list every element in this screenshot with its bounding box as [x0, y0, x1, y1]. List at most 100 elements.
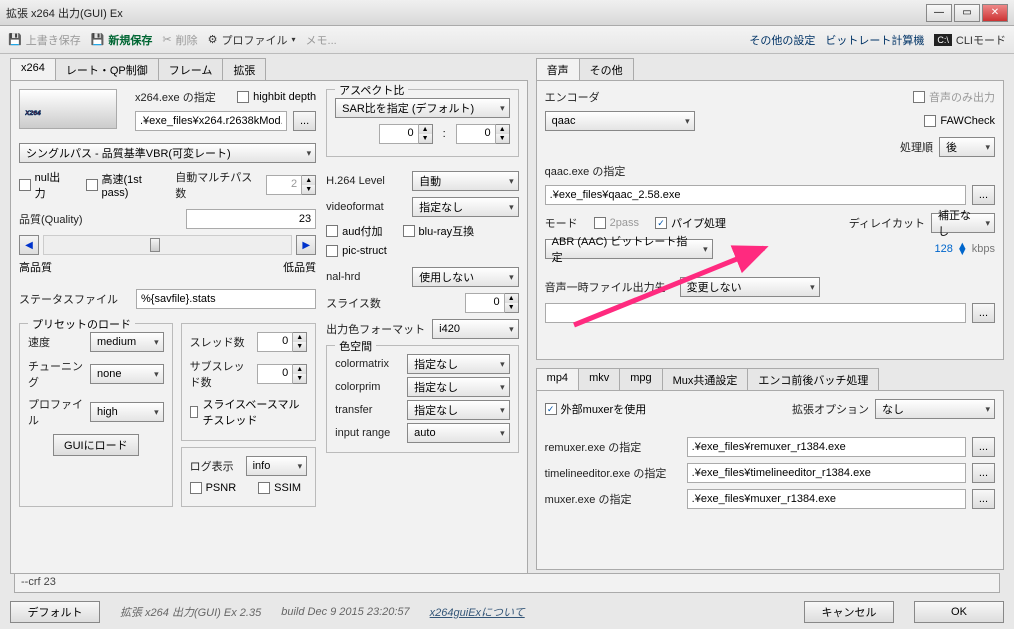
tr-label: transfer [335, 404, 401, 416]
order-combo[interactable]: 後 [939, 137, 995, 157]
remux-path[interactable] [687, 437, 966, 457]
profile-label: プロファイル [28, 396, 84, 428]
cm-combo[interactable]: 指定なし [407, 354, 509, 374]
abr-combo[interactable]: ABR (AAC) ビットレート指定 [545, 239, 713, 259]
svg-text:X264: X264 [25, 110, 41, 117]
tab-mpg[interactable]: mpg [619, 368, 662, 390]
default-button[interactable]: デフォルト [10, 601, 100, 623]
slices-spin[interactable]: 0▲▼ [465, 293, 519, 313]
bitrate-spin-icon[interactable]: ▲▼ [957, 243, 968, 255]
nul-checkbox[interactable]: nul出力 [19, 169, 70, 201]
extopt-combo[interactable]: なし [875, 399, 995, 419]
tmp-combo[interactable]: 変更しない [680, 277, 820, 297]
bluray-checkbox[interactable]: blu-ray互換 [403, 223, 475, 239]
fast1st-checkbox[interactable]: 高速(1st pass) [86, 171, 169, 199]
psnr-checkbox[interactable]: PSNR [190, 482, 237, 494]
aspect-group: アスペクト比 [335, 82, 408, 98]
tmp-browse[interactable]: ... [972, 303, 995, 323]
aud-checkbox[interactable]: aud付加 [326, 223, 382, 239]
cm-label: colormatrix [335, 358, 401, 370]
rate-mode-combo[interactable]: シングルパス - 品質基準VBR(可変レート) [19, 143, 316, 163]
tr-combo[interactable]: 指定なし [407, 400, 509, 420]
pipe-checkbox[interactable]: ✓パイプ処理 [655, 215, 726, 231]
delete-button[interactable]: ✂削除 [162, 32, 197, 48]
automulti-spin[interactable]: 2▲▼ [266, 175, 316, 195]
log-combo[interactable]: info [246, 456, 308, 476]
ok-button[interactable]: OK [914, 601, 1004, 623]
remux-browse[interactable]: ... [972, 437, 995, 457]
sar-a-spin[interactable]: 0▲▼ [379, 124, 433, 144]
ir-combo[interactable]: auto [407, 423, 509, 443]
speed-combo[interactable]: medium [90, 332, 164, 352]
cli-mode-button[interactable]: C:\CLIモード [934, 32, 1006, 48]
profile-combo[interactable]: high [90, 402, 164, 422]
tune-label: チューニング [28, 358, 84, 390]
x264-exe-browse[interactable]: ... [293, 111, 316, 131]
tab-ext[interactable]: 拡張 [222, 58, 266, 80]
tl-browse[interactable]: ... [972, 463, 995, 483]
mux-path[interactable] [687, 489, 966, 509]
other-settings-link[interactable]: その他の設定 [749, 32, 815, 48]
gui-load-button[interactable]: GUIにロード [53, 434, 139, 456]
quality-slider[interactable] [43, 235, 292, 255]
slices-label: スライス数 [326, 295, 406, 311]
bitrate-value[interactable]: 128 [935, 243, 953, 255]
about-link[interactable]: x264guiExについて [430, 604, 525, 620]
memo-input[interactable]: メモ... [306, 32, 337, 48]
tl-path[interactable] [687, 463, 966, 483]
tab-rate[interactable]: レート・QP制御 [55, 58, 159, 80]
tab-mux-common[interactable]: Mux共通設定 [662, 368, 749, 390]
quality-input[interactable] [186, 209, 316, 229]
tune-combo[interactable]: none [90, 364, 164, 384]
stats-input[interactable] [136, 289, 316, 309]
maximize-button[interactable]: ▭ [954, 4, 980, 22]
window-title: 拡張 x264 出力(GUI) Ex [6, 5, 926, 21]
sar-b-spin[interactable]: 0▲▼ [456, 124, 510, 144]
highbit-checkbox[interactable]: highbit depth [237, 91, 316, 103]
vfmt-combo[interactable]: 指定なし [412, 197, 518, 217]
tab-mkv[interactable]: mkv [578, 368, 620, 390]
bitrate-unit: kbps [972, 243, 995, 255]
outcsp-combo[interactable]: i420 [432, 319, 518, 339]
audio-exe-browse[interactable]: ... [972, 185, 995, 205]
audio-exe-path[interactable] [545, 185, 966, 205]
tab-frame[interactable]: フレーム [158, 58, 224, 80]
only-audio-checkbox[interactable]: 音声のみ出力 [913, 89, 995, 105]
lq-label: 低品質 [283, 259, 316, 275]
slicemt-checkbox[interactable]: スライスベースマルチスレッド [190, 396, 308, 428]
tab-audio[interactable]: 音声 [536, 58, 580, 80]
picstruct-checkbox[interactable]: pic-struct [326, 245, 387, 257]
tab-mp4[interactable]: mp4 [536, 368, 579, 390]
enc-combo[interactable]: qaac [545, 111, 695, 131]
remux-label: remuxer.exe の指定 [545, 439, 681, 455]
fawcheck-checkbox[interactable]: FAWCheck [924, 115, 995, 127]
threads-spin[interactable]: 0▲▼ [257, 332, 307, 352]
subthreads-spin[interactable]: 0▲▼ [257, 364, 307, 384]
level-label: H.264 Level [326, 175, 406, 187]
slider-left[interactable]: ◀ [19, 235, 39, 255]
ext-muxer-checkbox[interactable]: ✓外部muxerを使用 [545, 401, 647, 417]
cp-combo[interactable]: 指定なし [407, 377, 509, 397]
ssim-checkbox[interactable]: SSIM [258, 482, 301, 494]
delay-combo[interactable]: 補正なし [931, 213, 995, 233]
cancel-button[interactable]: キャンセル [804, 601, 894, 623]
nalhrd-combo[interactable]: 使用しない [412, 267, 518, 287]
threads-label: スレッド数 [190, 334, 245, 350]
save-button[interactable]: 💾上書き保存 [8, 32, 81, 48]
twopass-checkbox[interactable]: 2pass [594, 217, 639, 229]
tab-other[interactable]: その他 [579, 58, 634, 80]
bitrate-calc-link[interactable]: ビットレート計算機 [825, 32, 924, 48]
outcsp-label: 出力色フォーマット [326, 321, 426, 337]
tab-x264[interactable]: x264 [10, 58, 56, 80]
level-combo[interactable]: 自動 [412, 171, 518, 191]
close-button[interactable]: ✕ [982, 4, 1008, 22]
tab-batch[interactable]: エンコ前後バッチ処理 [747, 368, 879, 390]
aspect-combo[interactable]: SAR比を指定 (デフォルト) [335, 98, 509, 118]
save-new-button[interactable]: 💾新規保存 [91, 32, 153, 48]
minimize-button[interactable]: — [926, 4, 952, 22]
mux-browse[interactable]: ... [972, 489, 995, 509]
slider-right[interactable]: ▶ [296, 235, 316, 255]
tmp-path[interactable] [545, 303, 966, 323]
profile-menu[interactable]: ⚙プロファイル▾ [208, 32, 296, 48]
x264-exe-path[interactable] [135, 111, 287, 131]
